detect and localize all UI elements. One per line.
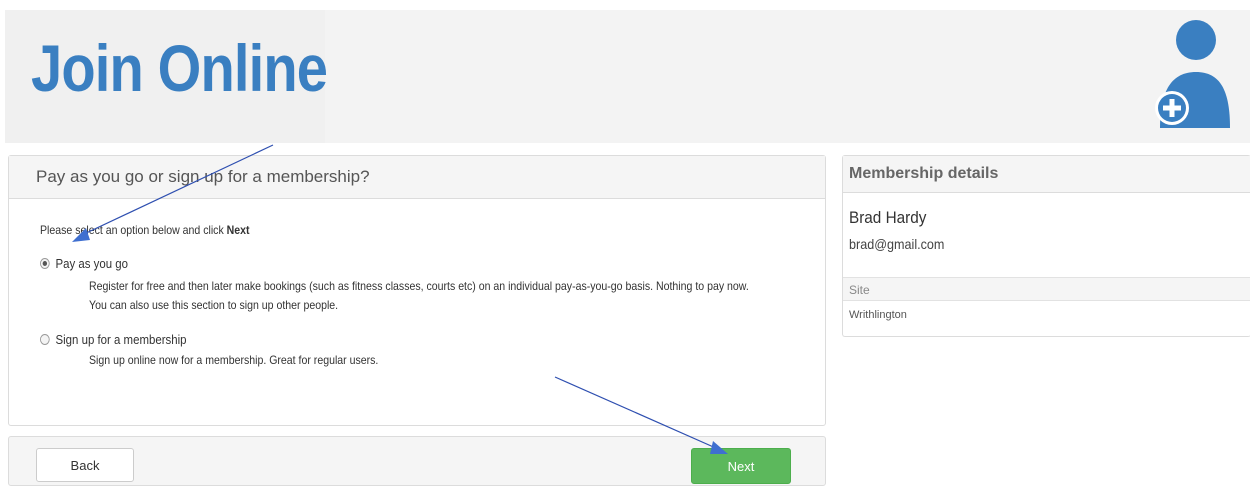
member-name: Brad Hardy xyxy=(849,208,927,227)
instruction-text: Please select an option below and click … xyxy=(40,223,250,237)
panel-heading: Pay as you go or sign up for a membershi… xyxy=(9,156,825,199)
next-button[interactable]: Next xyxy=(691,448,791,484)
membership-choice-panel: Pay as you go or sign up for a membershi… xyxy=(8,155,826,426)
pay-as-you-go-description: Register for free and then later make bo… xyxy=(89,279,749,312)
pay-as-you-go-label: Pay as you go xyxy=(55,256,129,271)
membership-details-panel: Membership details Brad Hardy brad@gmail… xyxy=(842,155,1250,337)
action-footer: Back Next xyxy=(8,436,826,486)
page-title: Join Online xyxy=(31,31,328,105)
member-email: brad@gmail.com xyxy=(849,236,945,252)
option-pay-as-you-go[interactable]: Pay as you go xyxy=(40,256,128,271)
pay-as-you-go-radio[interactable] xyxy=(40,258,50,269)
site-label: Site xyxy=(843,277,1250,301)
instruction-prefix: Please select an option below and click xyxy=(40,223,227,237)
instruction-next-word: Next xyxy=(226,223,250,237)
site-value: Writhlington xyxy=(849,309,907,321)
option-membership[interactable]: Sign up for a membership xyxy=(40,332,187,347)
membership-radio[interactable] xyxy=(40,334,50,345)
back-button[interactable]: Back xyxy=(36,448,134,482)
add-user-icon xyxy=(1155,20,1230,128)
details-heading: Membership details xyxy=(843,156,1250,193)
membership-description: Sign up online now for a membership. Gre… xyxy=(89,353,379,367)
membership-label: Sign up for a membership xyxy=(55,332,187,347)
